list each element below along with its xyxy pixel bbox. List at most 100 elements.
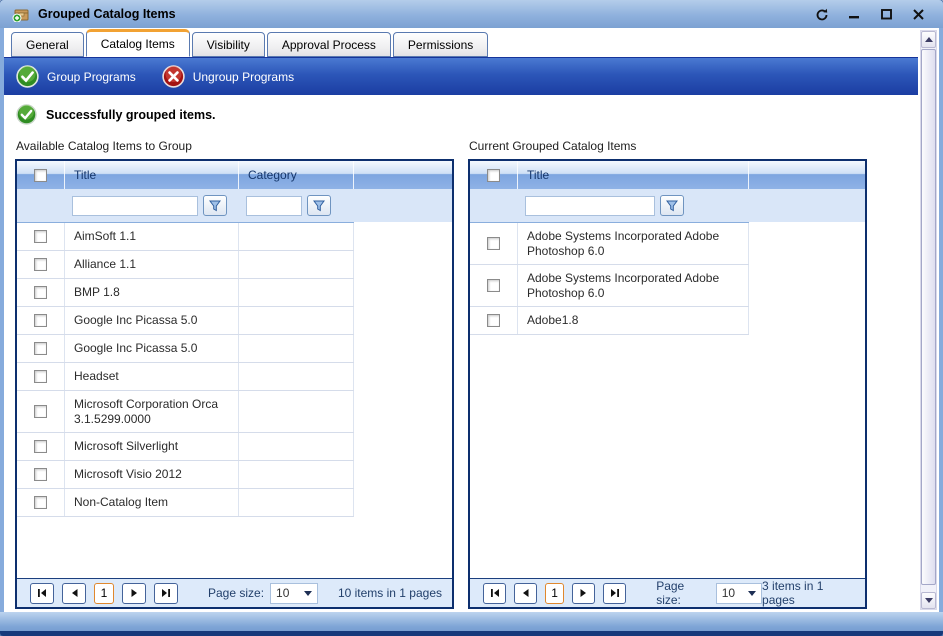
title-filter-input[interactable] bbox=[72, 196, 198, 216]
table-row[interactable]: BMP 1.8 bbox=[17, 279, 354, 307]
cell-category bbox=[239, 251, 354, 278]
pager-summary: 3 items in 1 pages bbox=[762, 579, 855, 607]
table-row[interactable]: Headset bbox=[17, 363, 354, 391]
refresh-icon[interactable] bbox=[813, 6, 831, 22]
title-filter-input[interactable] bbox=[525, 196, 655, 216]
table-row[interactable]: Google Inc Picassa 5.0 bbox=[17, 307, 354, 335]
table-row[interactable]: Adobe1.8 bbox=[470, 307, 749, 335]
minimize-icon[interactable] bbox=[845, 6, 863, 22]
page-size-select[interactable]: 10 bbox=[270, 583, 318, 604]
next-page-button[interactable] bbox=[122, 583, 146, 604]
row-checkbox[interactable] bbox=[34, 314, 47, 327]
column-header-title[interactable]: Title bbox=[518, 161, 749, 189]
row-checkbox[interactable] bbox=[487, 237, 500, 250]
cell-category bbox=[239, 279, 354, 306]
category-filter-input[interactable] bbox=[246, 196, 302, 216]
maximize-icon[interactable] bbox=[877, 6, 895, 22]
window-content: General Catalog Items Visibility Approva… bbox=[4, 28, 939, 612]
filter-row bbox=[17, 189, 452, 222]
row-checkbox[interactable] bbox=[487, 279, 500, 292]
row-checkbox[interactable] bbox=[34, 342, 47, 355]
chevron-down-icon bbox=[304, 591, 312, 596]
status-message: Successfully grouped items. bbox=[16, 104, 918, 125]
current-page-button[interactable]: 1 bbox=[545, 583, 564, 604]
row-checkbox[interactable] bbox=[34, 370, 47, 383]
cell-title: Microsoft Corporation Orca 3.1.5299.0000 bbox=[65, 391, 239, 432]
category-filter-funnel-icon[interactable] bbox=[307, 195, 331, 216]
row-checkbox[interactable] bbox=[34, 440, 47, 453]
toolbar: Group Programs Ungroup Programs bbox=[4, 57, 918, 95]
cell-category bbox=[239, 391, 354, 432]
row-checkbox[interactable] bbox=[34, 405, 47, 418]
tab-strip: General Catalog Items Visibility Approva… bbox=[4, 28, 918, 57]
red-x-icon bbox=[162, 65, 185, 88]
table-row[interactable]: Google Inc Picassa 5.0 bbox=[17, 335, 354, 363]
group-programs-button[interactable]: Group Programs bbox=[16, 65, 136, 88]
cell-category bbox=[239, 307, 354, 334]
row-checkbox[interactable] bbox=[34, 286, 47, 299]
ungroup-programs-button[interactable]: Ungroup Programs bbox=[162, 65, 294, 88]
tab-catalog-items[interactable]: Catalog Items bbox=[86, 29, 190, 57]
vertical-scrollbar[interactable] bbox=[920, 30, 937, 610]
table-row[interactable]: AimSoft 1.1 bbox=[17, 223, 354, 251]
cell-category bbox=[239, 363, 354, 390]
title-filter-funnel-icon[interactable] bbox=[203, 195, 227, 216]
cell-title: Google Inc Picassa 5.0 bbox=[65, 335, 239, 362]
package-plus-icon bbox=[12, 6, 30, 22]
column-header-category[interactable]: Category bbox=[239, 161, 354, 189]
select-all-checkbox[interactable] bbox=[487, 169, 500, 182]
success-check-icon bbox=[16, 104, 37, 125]
cell-title: AimSoft 1.1 bbox=[65, 223, 239, 250]
prev-page-button[interactable] bbox=[514, 583, 537, 604]
column-header-title[interactable]: Title bbox=[65, 161, 239, 189]
title-filter-funnel-icon[interactable] bbox=[660, 195, 684, 216]
close-icon[interactable] bbox=[909, 6, 927, 22]
page-size-label: Page size: bbox=[656, 579, 710, 607]
table-row[interactable]: Adobe Systems Incorporated Adobe Photosh… bbox=[470, 223, 749, 265]
window-title: Grouped Catalog Items bbox=[38, 7, 176, 21]
table-row[interactable]: Non-Catalog Item bbox=[17, 489, 354, 517]
row-checkbox[interactable] bbox=[34, 230, 47, 243]
available-items-label: Available Catalog Items to Group bbox=[16, 139, 454, 153]
table-row[interactable]: Microsoft Corporation Orca 3.1.5299.0000 bbox=[17, 391, 354, 433]
select-all-checkbox[interactable] bbox=[34, 169, 47, 182]
table-row[interactable]: Adobe Systems Incorporated Adobe Photosh… bbox=[470, 265, 749, 307]
next-page-button[interactable] bbox=[572, 583, 595, 604]
tab-permissions[interactable]: Permissions bbox=[393, 32, 488, 57]
table-row[interactable]: Microsoft Silverlight bbox=[17, 433, 354, 461]
cell-category bbox=[239, 223, 354, 250]
row-checkbox[interactable] bbox=[34, 496, 47, 509]
footer-accent-bar bbox=[0, 631, 943, 636]
last-page-button[interactable] bbox=[154, 583, 178, 604]
cell-title: Alliance 1.1 bbox=[65, 251, 239, 278]
available-items-panel: Available Catalog Items to Group Title C… bbox=[15, 139, 454, 609]
grouped-items-grid: Title bbox=[468, 159, 867, 609]
cell-title: Headset bbox=[65, 363, 239, 390]
table-row[interactable]: Alliance 1.1 bbox=[17, 251, 354, 279]
scroll-up-icon[interactable] bbox=[921, 31, 936, 48]
prev-page-button[interactable] bbox=[62, 583, 86, 604]
tab-visibility[interactable]: Visibility bbox=[192, 32, 265, 57]
last-page-button[interactable] bbox=[603, 583, 626, 604]
tab-general[interactable]: General bbox=[11, 32, 84, 57]
cell-title: BMP 1.8 bbox=[65, 279, 239, 306]
table-row[interactable]: Microsoft Visio 2012 bbox=[17, 461, 354, 489]
current-page-button[interactable]: 1 bbox=[94, 583, 114, 604]
page-size-select[interactable]: 10 bbox=[716, 583, 762, 604]
tab-approval-process[interactable]: Approval Process bbox=[267, 32, 391, 57]
cell-title: Microsoft Silverlight bbox=[65, 433, 239, 460]
pager: 1 Page size: 10 3 items in 1 pages bbox=[470, 578, 865, 607]
scrollbar-thumb[interactable] bbox=[921, 49, 936, 585]
cell-category bbox=[239, 335, 354, 362]
cell-category bbox=[239, 489, 354, 516]
row-checkbox[interactable] bbox=[34, 258, 47, 271]
available-items-grid: Title Category bbox=[15, 159, 454, 609]
row-checkbox[interactable] bbox=[487, 314, 500, 327]
row-checkbox[interactable] bbox=[34, 468, 47, 481]
cell-category bbox=[239, 461, 354, 488]
scroll-down-icon[interactable] bbox=[921, 592, 936, 609]
grouped-items-panel: Current Grouped Catalog Items Title bbox=[468, 139, 867, 609]
first-page-button[interactable] bbox=[483, 583, 506, 604]
first-page-button[interactable] bbox=[30, 583, 54, 604]
cell-title: Google Inc Picassa 5.0 bbox=[65, 307, 239, 334]
